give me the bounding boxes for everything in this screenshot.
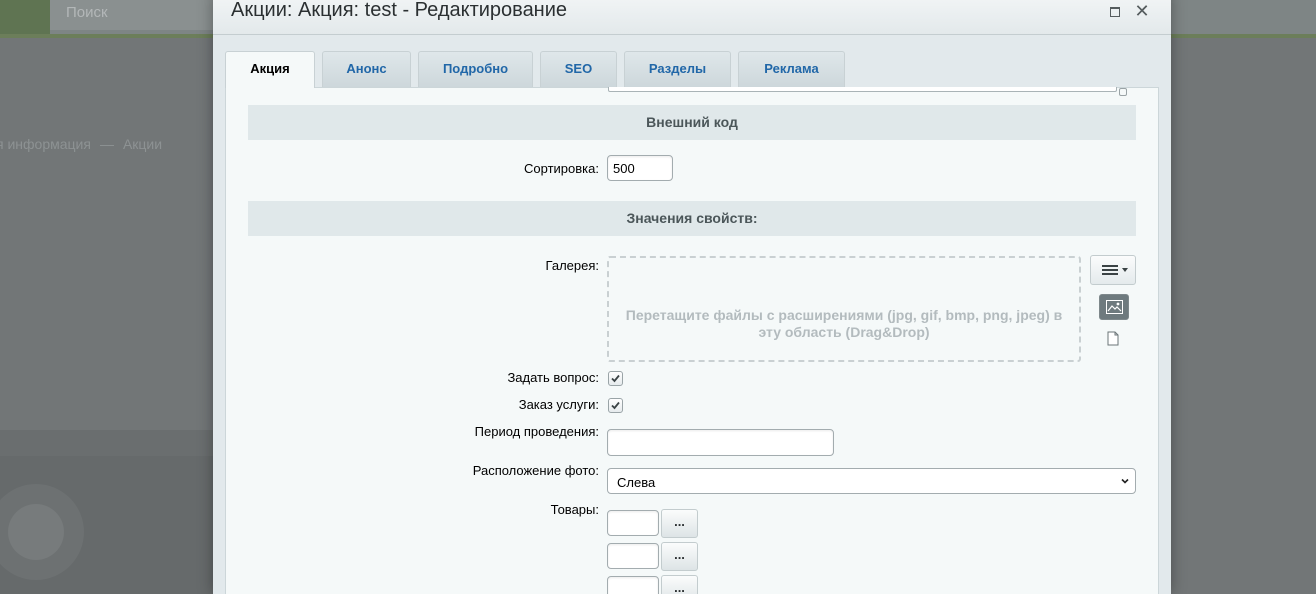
ask-question-label: Задать вопрос: (507, 370, 599, 385)
edit-dialog: Акции: Акция: test - Редактирование ✕ Ак… (213, 0, 1171, 594)
close-icon: ✕ (1134, 1, 1150, 21)
tab-seo[interactable]: SEO (540, 51, 617, 87)
close-button[interactable]: ✕ (1131, 0, 1153, 22)
background-breadcrumb: я информация — Акции (0, 136, 162, 152)
product-input[interactable] (607, 510, 659, 536)
order-service-label: Заказ услуги: (518, 397, 599, 412)
product-select-button[interactable]: ... (661, 509, 698, 538)
clipped-text-field[interactable] (608, 87, 1117, 92)
tab-action[interactable]: Акция (225, 51, 315, 88)
chevron-down-icon (1121, 478, 1129, 484)
caret-down-icon (1122, 268, 1128, 272)
maximize-button[interactable] (1104, 0, 1126, 22)
background-right-area (1171, 38, 1316, 594)
image-view-button[interactable] (1099, 294, 1129, 320)
background-band (0, 430, 213, 456)
dialog-title: Акции: Акция: test - Редактирование (231, 0, 568, 21)
background-logo-area (0, 0, 50, 34)
gallery-label: Галерея: (545, 258, 599, 273)
period-input[interactable] (607, 429, 834, 456)
tab-announce[interactable]: Анонс (322, 51, 411, 87)
ask-question-checkbox[interactable] (608, 371, 623, 386)
product-input[interactable] (607, 576, 659, 594)
section-external-code: Внешний код (248, 105, 1136, 140)
checkmark-icon (611, 374, 620, 383)
tab-sections[interactable]: Разделы (624, 51, 731, 87)
breadcrumb-item: я информация (0, 136, 91, 152)
photo-position-select[interactable]: Слева (607, 468, 1136, 494)
dropzone-text: Перетащите файлы с расширениями (jpg, gi… (625, 307, 1063, 340)
checkmark-icon (611, 401, 620, 410)
resize-grip-icon[interactable] (1119, 88, 1127, 96)
product-select-button[interactable]: ... (661, 542, 698, 571)
sort-input[interactable] (607, 155, 673, 181)
breadcrumb-separator: — (99, 136, 114, 152)
gallery-dropzone[interactable]: Перетащите файлы с расширениями (jpg, gi… (607, 256, 1081, 362)
product-select-button[interactable]: ... (661, 575, 698, 594)
file-icon (1107, 331, 1119, 346)
tab-advertising[interactable]: Реклама (738, 51, 845, 87)
product-input[interactable] (607, 543, 659, 569)
photo-position-value: Слева (617, 475, 656, 490)
image-icon (1106, 300, 1123, 314)
background-circle (8, 504, 64, 560)
background-search-input: Поиск (50, 0, 220, 30)
dialog-header[interactable]: Акции: Акция: test - Редактирование ✕ (213, 0, 1171, 35)
photo-position-label: Расположение фото: (472, 463, 599, 478)
tab-details[interactable]: Подробно (418, 51, 533, 87)
order-service-checkbox[interactable] (608, 398, 623, 413)
sort-label: Сортировка: (524, 161, 599, 176)
breadcrumb-item: Акции (122, 136, 163, 152)
products-label: Товары: (550, 502, 599, 517)
tab-content-panel: Внешний код Сортировка: Значения свойств… (225, 87, 1159, 594)
dialog-body: Акция Анонс Подробно SEO Разделы Реклама… (213, 35, 1171, 594)
period-label: Период проведения: (474, 424, 599, 439)
file-view-button[interactable] (1107, 331, 1121, 347)
gallery-menu-button[interactable] (1090, 255, 1136, 285)
maximize-icon (1110, 6, 1120, 17)
section-property-values: Значения свойств: (248, 201, 1136, 236)
menu-icon (1102, 265, 1118, 267)
